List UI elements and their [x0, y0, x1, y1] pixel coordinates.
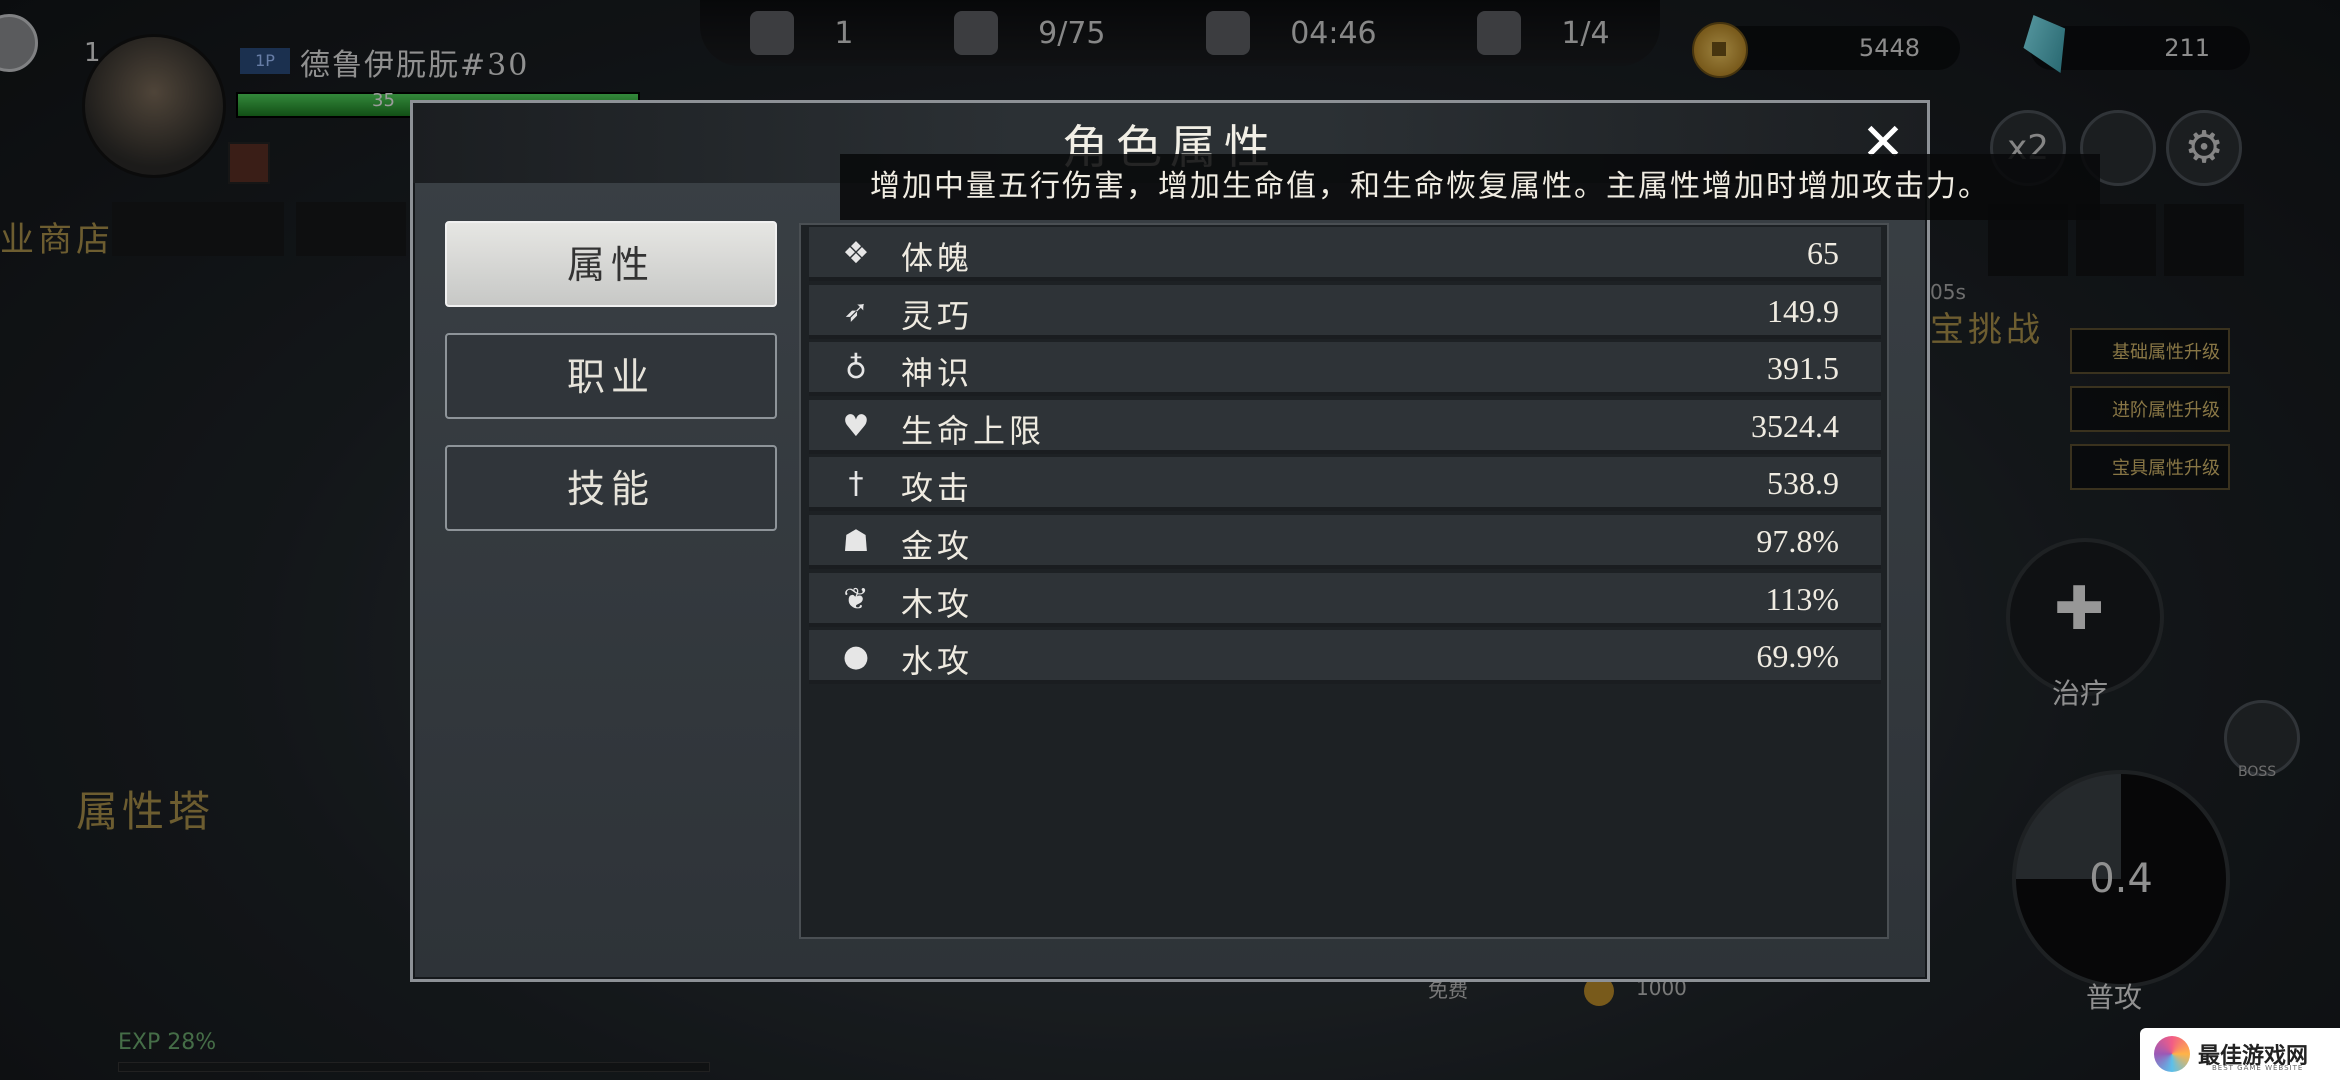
metal-icon: ☗ [842, 524, 870, 559]
stat-row[interactable]: ❖ 体魄 65 [809, 227, 1881, 281]
watermark-logo-icon [2154, 1036, 2190, 1072]
stat-value: 97.8% [1756, 523, 1839, 559]
tab-2[interactable]: 技能 [445, 445, 777, 531]
stat-name: 灵巧 [901, 296, 974, 335]
stat-row[interactable]: ♁ 神识 391.5 [809, 342, 1881, 397]
stat-value: 391.5 [1767, 350, 1839, 387]
watermark-subtext: BEST GAME WEBSITE [2212, 1064, 2304, 1072]
stat-row[interactable]: ♥ 生命上限 3524.4 [809, 399, 1881, 454]
stat-row[interactable]: † 攻击 538.9 [809, 457, 1881, 512]
sword-icon: † [848, 466, 864, 502]
stat-name: 水攻 [901, 642, 974, 681]
spirit-icon: ♁ [845, 351, 867, 387]
stat-row[interactable]: ❦ 木攻 113% [809, 572, 1881, 627]
attribute-tooltip: 增加中量五行伤害，增加生命值，和生命恢复属性。主属性增加时增加攻击力。 [840, 154, 2100, 220]
stat-row[interactable]: ● 水攻 69.9% [809, 630, 1881, 685]
stat-value: 538.9 [1767, 465, 1839, 502]
stat-name: 金攻 [901, 527, 974, 565]
stat-name: 木攻 [901, 584, 974, 623]
stat-name: 攻击 [901, 469, 974, 508]
character-attributes-dialog: 角色属性 ✕ 属性 职业 技能 ❖ 体魄 65 ➶ 灵巧 149.9 ♁ 神识 391.5 ♥ 生命上限… [410, 100, 1930, 982]
stat-value: 113% [1765, 580, 1839, 617]
stat-list[interactable]: ❖ 体魄 65 ➶ 灵巧 149.9 ♁ 神识 391.5 ♥ 生命上限 3524.4 † 攻击 538.9… [799, 223, 1889, 939]
stat-name: 生命上限 [901, 411, 1046, 450]
stat-name: 神识 [901, 354, 974, 393]
stat-row[interactable]: ☗ 金攻 97.8% [809, 515, 1881, 569]
stat-row[interactable]: ➶ 灵巧 149.9 [809, 284, 1881, 339]
agility-icon: ➶ [843, 293, 869, 329]
leaf-icon: ❦ [843, 581, 869, 617]
tab-0[interactable]: 属性 [445, 221, 777, 307]
site-watermark: 最佳游戏网 BEST GAME WEBSITE [2140, 1028, 2340, 1080]
stat-value: 149.9 [1767, 292, 1839, 329]
heart-icon: ♥ [842, 408, 870, 444]
constitution-icon: ❖ [842, 236, 870, 271]
tab-1[interactable]: 职业 [445, 333, 777, 419]
stat-value: 65 [1807, 235, 1839, 271]
stat-value: 3524.4 [1751, 407, 1839, 444]
stat-name: 体魄 [901, 239, 974, 277]
water-drop-icon: ● [842, 639, 870, 675]
stat-value: 69.9% [1756, 638, 1839, 675]
